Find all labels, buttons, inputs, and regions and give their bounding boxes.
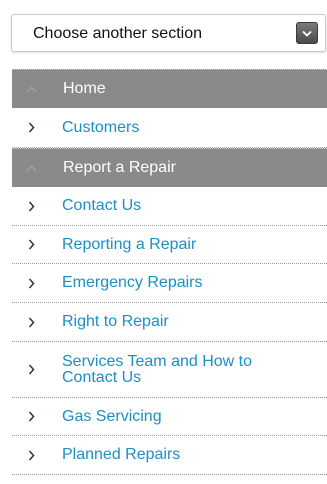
- chevron-right-icon: [25, 450, 37, 461]
- nav-item-customers[interactable]: Customers: [12, 108, 327, 148]
- section-select[interactable]: Choose another section: [11, 14, 326, 52]
- nav-item-services-team[interactable]: Services Team and How to Contact Us: [12, 342, 327, 398]
- nav-item-label: Reporting a Repair: [62, 235, 197, 253]
- chevron-right-icon: [25, 317, 37, 328]
- nav-item-label: Right to Repair: [62, 313, 169, 330]
- chevron-right-icon: [25, 364, 37, 375]
- chevron-right-icon: [25, 201, 37, 212]
- chevron-down-icon[interactable]: [296, 22, 318, 44]
- nav-item-reporting-a-repair[interactable]: Reporting a Repair: [12, 226, 327, 264]
- nav-item-right-to-repair[interactable]: Right to Repair: [12, 303, 327, 342]
- caret-up-icon: [25, 162, 38, 175]
- chevron-right-icon: [25, 122, 37, 133]
- nav-item-contact-us[interactable]: Contact Us: [12, 187, 327, 226]
- nav-section-label: Report a Repair: [63, 159, 176, 176]
- nav-section-home[interactable]: Home: [12, 69, 327, 108]
- nav-item-label: Emergency Repairs: [62, 274, 203, 291]
- caret-up-icon: [25, 83, 38, 96]
- nav-item-label: Planned Repairs: [62, 446, 181, 463]
- nav-item-label: Services Team and How to Contact Us: [62, 352, 253, 386]
- nav-section-report-a-repair[interactable]: Report a Repair: [12, 148, 327, 187]
- nav-item-label: Customers: [62, 118, 140, 136]
- chevron-right-icon: [25, 278, 37, 289]
- nav-section-label: Home: [63, 80, 106, 97]
- section-select-label: Choose another section: [33, 25, 202, 42]
- nav-item-emergency-repairs[interactable]: Emergency Repairs: [12, 264, 327, 303]
- nav-item-planned-repairs[interactable]: Planned Repairs: [12, 436, 327, 475]
- nav-item-label: Gas Servicing: [62, 407, 162, 425]
- section-nav: Home Customers Report a Repair Contact U…: [12, 69, 327, 475]
- chevron-right-icon: [25, 239, 37, 250]
- nav-item-gas-servicing[interactable]: Gas Servicing: [12, 398, 327, 436]
- chevron-right-icon: [25, 411, 37, 422]
- nav-item-label: Contact Us: [62, 197, 142, 214]
